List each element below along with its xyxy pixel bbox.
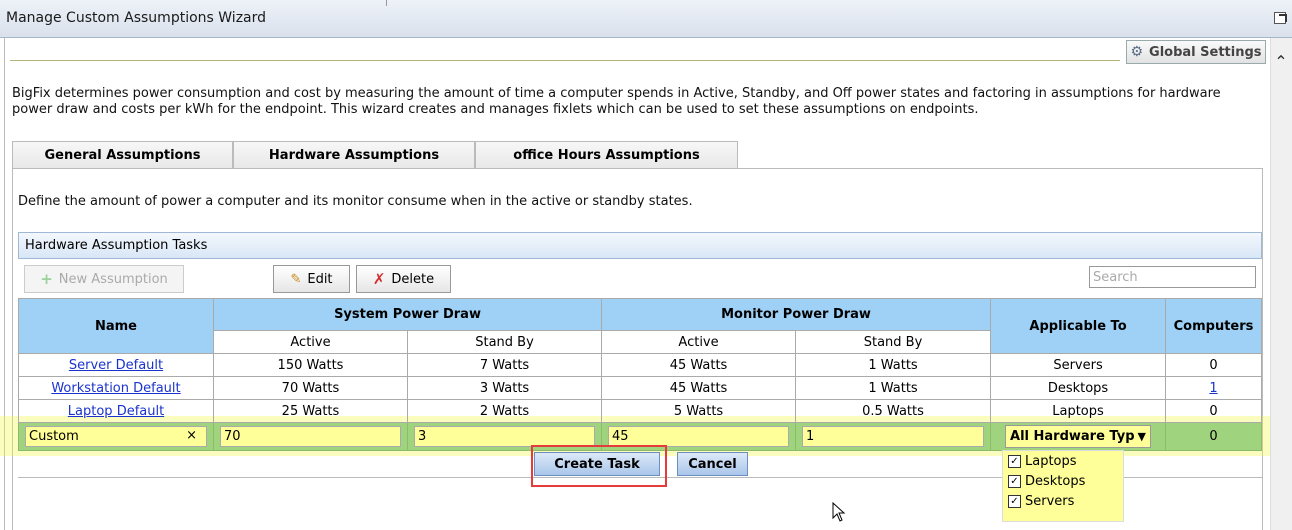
popout-icon[interactable]: [1274, 12, 1287, 24]
column-header-system-power: System Power Draw: [212, 298, 603, 331]
row-name-link[interactable]: Laptop Default: [68, 404, 164, 419]
delete-label: Delete: [391, 271, 435, 287]
mon-standby-cell: 1 Watts: [795, 353, 992, 377]
dropdown-option-desktops[interactable]: ✓ Desktops: [1008, 472, 1085, 490]
computers-cell: 0: [1165, 353, 1263, 377]
applicable-cell: Desktops: [990, 376, 1167, 400]
option-label: Desktops: [1025, 473, 1086, 489]
cancel-button[interactable]: Cancel: [677, 452, 748, 476]
mon-standby-edit-cell: [795, 422, 992, 451]
checkbox-checked-icon[interactable]: ✓: [1008, 454, 1021, 468]
table-row[interactable]: Server Default 150 Watts 7 Watts 45 Watt…: [18, 353, 1263, 377]
sys-standby-input[interactable]: [414, 426, 596, 447]
delete-x-icon: ✗: [372, 270, 386, 288]
chevron-down-icon: ▼: [1137, 430, 1147, 443]
plus-icon: +: [40, 270, 53, 288]
delete-button[interactable]: ✗ Delete: [356, 265, 451, 293]
tab-hardware-assumptions[interactable]: Hardware Assumptions: [233, 141, 475, 169]
gear-icon: ⚙: [1130, 44, 1144, 60]
checkbox-checked-icon[interactable]: ✓: [1008, 474, 1021, 488]
table-row[interactable]: Workstation Default 70 Watts 3 Watts 45 …: [18, 376, 1263, 400]
tab-office-hours-assumptions[interactable]: office Hours Assumptions: [475, 141, 738, 169]
computers-count-link[interactable]: 1: [1209, 381, 1217, 396]
applicable-select[interactable]: All Hardware Typ ▼: [1005, 425, 1152, 448]
computers-cell: 1: [1165, 376, 1263, 400]
create-task-button[interactable]: Create Task: [534, 452, 660, 476]
name-cell: Server Default: [18, 353, 214, 377]
mon-standby-input[interactable]: [802, 426, 985, 447]
applicable-cell: Laptops: [990, 399, 1167, 423]
sys-standby-cell: 3 Watts: [406, 376, 603, 400]
name-edit-cell: ×: [18, 422, 214, 451]
column-header-mon-standby[interactable]: Stand By: [795, 330, 992, 354]
applicable-edit-cell: All Hardware Typ ▼: [990, 422, 1167, 451]
computers-edit-cell: 0: [1165, 422, 1263, 451]
sys-active-input[interactable]: [220, 426, 401, 447]
divider: [386, 0, 387, 6]
table-row[interactable]: Laptop Default 25 Watts 2 Watts 5 Watts …: [18, 399, 1263, 423]
row-name-link[interactable]: Workstation Default: [51, 381, 180, 396]
new-assumption-label: New Assumption: [58, 271, 168, 287]
column-header-name[interactable]: Name: [18, 298, 214, 354]
dropdown-option-servers[interactable]: ✓ Servers: [1008, 492, 1074, 510]
applicable-select-value: All Hardware Typ: [1010, 429, 1135, 444]
sys-active-cell: 25 Watts: [213, 399, 408, 423]
global-settings-label: Global Settings: [1149, 44, 1262, 60]
clear-x-icon[interactable]: ×: [186, 428, 197, 443]
intro-text: BigFix determines power consumption and …: [12, 86, 1221, 117]
applicable-cell: Servers: [990, 353, 1167, 377]
window-title: Manage Custom Assumptions Wizard: [6, 10, 267, 26]
name-input[interactable]: [25, 426, 207, 447]
option-label: Laptops: [1025, 453, 1077, 469]
column-header-sys-active[interactable]: Active: [213, 330, 408, 354]
sys-active-cell: 150 Watts: [213, 353, 408, 377]
search-input[interactable]: [1089, 266, 1256, 288]
column-header-applicable[interactable]: Applicable To: [990, 298, 1167, 354]
mouse-cursor-icon: [832, 502, 846, 522]
pencil-icon: ✎: [290, 271, 302, 287]
mon-active-input[interactable]: [608, 426, 790, 447]
hardware-assumptions-table: Name System Power Draw Monitor Power Dra…: [18, 298, 1263, 451]
tab-general-assumptions[interactable]: General Assumptions: [12, 141, 233, 169]
computers-cell: 0: [1165, 399, 1263, 423]
mon-active-cell: 5 Watts: [601, 399, 797, 423]
option-label: Servers: [1025, 493, 1075, 509]
sys-standby-cell: 2 Watts: [406, 399, 603, 423]
divider: [10, 60, 1120, 61]
column-header-sys-standby[interactable]: Stand By: [406, 330, 603, 354]
checkbox-checked-icon[interactable]: ✓: [1008, 494, 1021, 508]
description-text: Define the amount of power a computer an…: [18, 194, 693, 209]
sys-active-edit-cell: [213, 422, 408, 451]
row-name-link[interactable]: Server Default: [69, 358, 163, 373]
sys-standby-cell: 7 Watts: [406, 353, 603, 377]
name-cell: Workstation Default: [18, 376, 214, 400]
global-settings-button[interactable]: ⚙ Global Settings: [1126, 40, 1266, 64]
mon-standby-cell: 0.5 Watts: [795, 399, 992, 423]
column-header-computers[interactable]: Computers: [1165, 298, 1263, 354]
mon-active-cell: 45 Watts: [601, 353, 797, 377]
edit-label: Edit: [307, 271, 333, 287]
tasks-section-header: Hardware Assumption Tasks: [18, 232, 1262, 259]
vertical-scrollbar[interactable]: [1270, 38, 1292, 530]
column-header-mon-active[interactable]: Active: [601, 330, 797, 354]
sys-active-cell: 70 Watts: [213, 376, 408, 400]
dropdown-option-laptops[interactable]: ✓ Laptops: [1008, 452, 1077, 470]
scroll-up-icon[interactable]: ⌃: [1270, 50, 1292, 72]
column-header-monitor-power: Monitor Power Draw: [601, 298, 992, 331]
mon-active-cell: 45 Watts: [601, 376, 797, 400]
new-assumption-button[interactable]: + New Assumption: [24, 265, 184, 293]
edit-button[interactable]: ✎ Edit: [273, 265, 350, 293]
name-cell: Laptop Default: [18, 399, 214, 423]
mon-standby-cell: 1 Watts: [795, 376, 992, 400]
